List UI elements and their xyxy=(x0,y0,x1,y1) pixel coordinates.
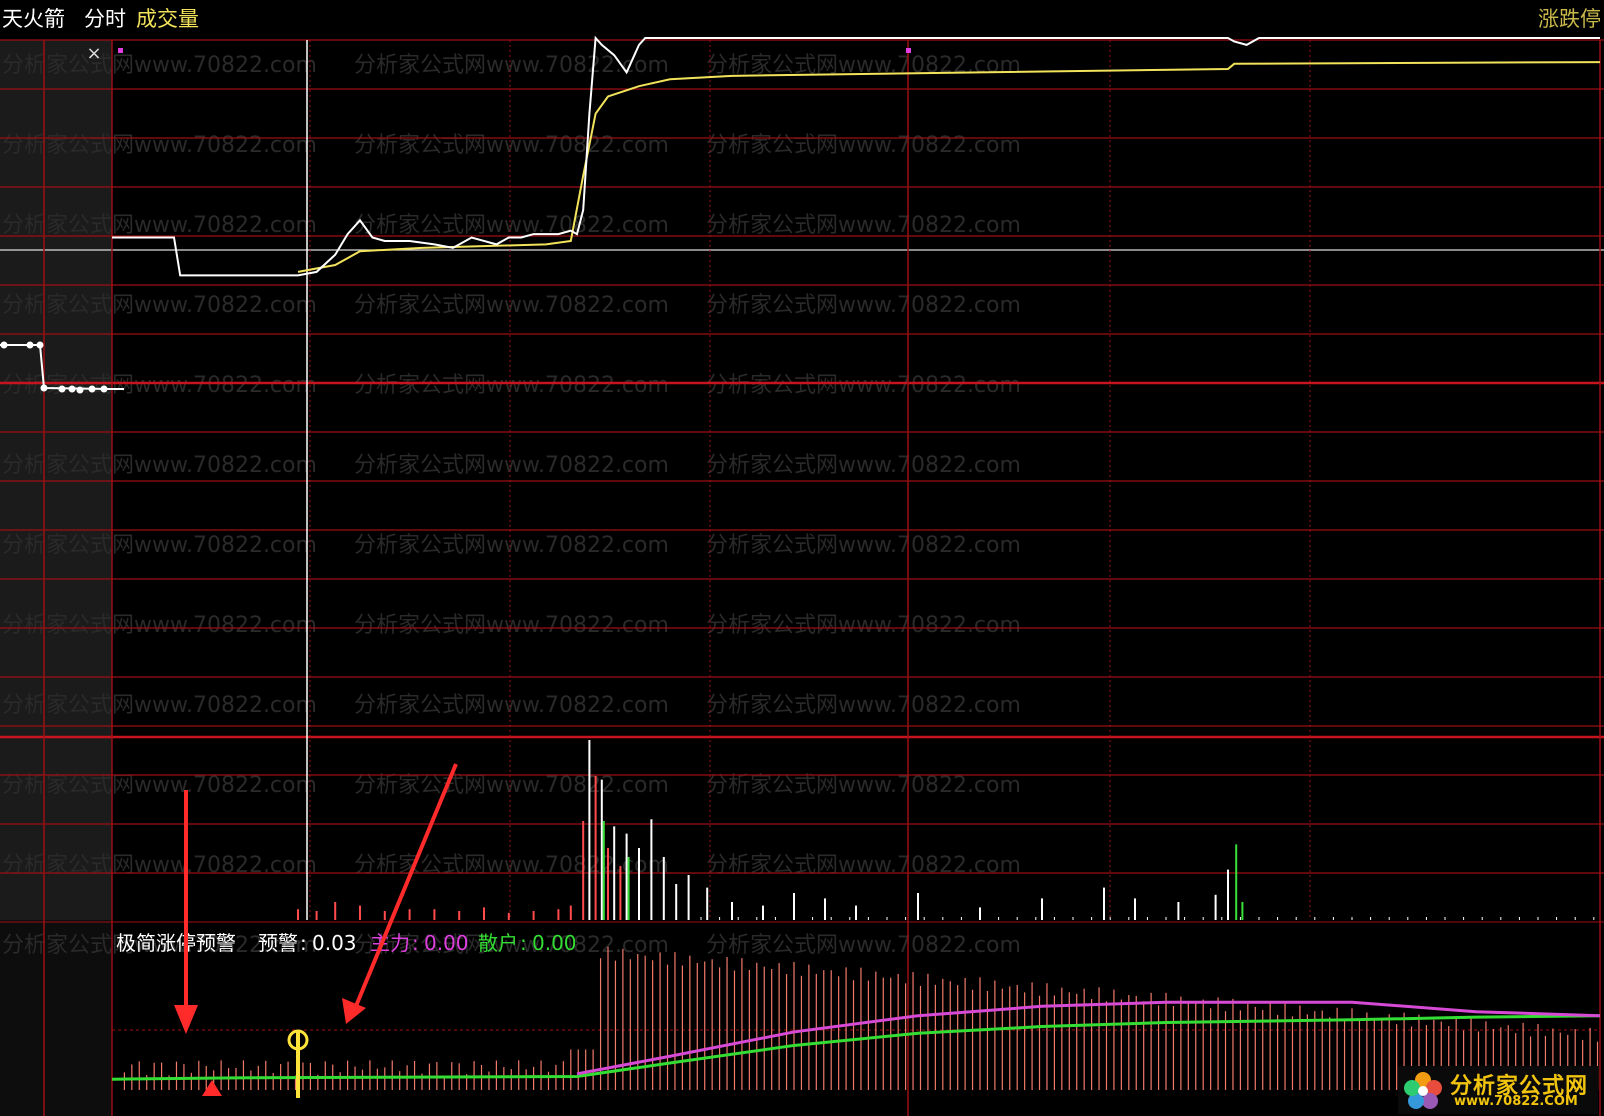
signal-triangle xyxy=(202,1080,222,1096)
watermark-text: 分析家公式网www.70822.com xyxy=(706,853,1021,878)
watermark-text: 分析家公式网www.70822.com xyxy=(354,613,669,638)
logo: 分析家公式网 www.70822.COM xyxy=(1398,1066,1598,1114)
chart-canvas[interactable]: 分析家公式网www.70822.com 分析家公式网www.70822.com 分析… xyxy=(0,0,1604,1116)
watermark-text: 分析家公式网www.70822.com xyxy=(354,853,669,878)
watermark-text: 分析家公式网www.70822.com xyxy=(2,773,317,798)
watermark-text: 分析家公式网www.70822.com xyxy=(2,453,317,478)
marker-dot-right xyxy=(906,48,911,53)
label-main: 天火箭 xyxy=(2,7,65,31)
marker-dot-left xyxy=(118,48,123,53)
avg-line xyxy=(297,61,1601,273)
main-label: 主力 xyxy=(370,931,410,955)
label-volume: 成交量 xyxy=(136,7,199,31)
intraday-chart-window: 分析家公式网www.70822.com 分析家公式网www.70822.com 分析… xyxy=(0,0,1604,1116)
watermark-text: 分析家公式网www.70822.com xyxy=(706,133,1021,158)
main-value: 0.00 xyxy=(424,931,469,955)
annotation-arrow-down xyxy=(174,790,198,1034)
watermark-text: 分析家公式网www.70822.com xyxy=(354,533,669,558)
watermark-text: 分析家公式网www.70822.com xyxy=(706,613,1021,638)
annotation-arrow-diagonal xyxy=(342,763,458,1024)
volume-layer xyxy=(297,740,1595,920)
watermark-text: 分析家公式网www.70822.com xyxy=(2,213,317,238)
indicator-layer xyxy=(111,946,1601,1098)
watermark-text: 分析家公式网www.70822.com xyxy=(354,293,669,318)
retail-value: 0.00 xyxy=(532,931,577,955)
watermark-text: 分析家公式网www.70822.com xyxy=(706,693,1021,718)
watermark-text: 分析家公式网www.70822.com xyxy=(2,533,317,558)
watermark-text: 分析家公式网www.70822.com xyxy=(706,933,1021,958)
watermark-text: 分析家公式网www.70822.com xyxy=(706,293,1021,318)
watermark-text: 分析家公式网www.70822.com xyxy=(706,213,1021,238)
watermark-text: 分析家公式网www.70822.com xyxy=(354,133,669,158)
watermark-text: 分析家公式网www.70822.com xyxy=(2,53,317,78)
watermark-text: 分析家公式网www.70822.com xyxy=(706,373,1021,398)
label-mode: 分时 xyxy=(84,7,126,31)
watermark-text: 分析家公式网www.70822.com xyxy=(354,373,669,398)
watermark-layer: 分析家公式网www.70822.com 分析家公式网www.70822.com 分析… xyxy=(2,53,1021,958)
main-line xyxy=(576,1000,1601,1076)
watermark-text: 分析家公式网www.70822.com xyxy=(706,453,1021,478)
retail-colon: : xyxy=(520,931,527,955)
watermark-text: 分析家公式网www.70822.com xyxy=(2,853,317,878)
main-colon: : xyxy=(412,931,419,955)
watermark-text: 分析家公式网www.70822.com xyxy=(354,213,669,238)
watermark-text: 分析家公式网www.70822.com xyxy=(706,773,1021,798)
flower-logo-icon xyxy=(1404,1072,1442,1109)
warn-colon: : xyxy=(300,931,307,955)
watermark-text: 分析家公式网www.70822.com xyxy=(354,453,669,478)
watermark-text: 分析家公式网www.70822.com xyxy=(2,133,317,158)
retail-label: 散户 xyxy=(478,931,518,955)
watermark-text: 分析家公式网www.70822.com xyxy=(354,773,669,798)
warn-label: 预警 xyxy=(258,931,298,955)
watermark-text: 分析家公式网www.70822.com xyxy=(2,293,317,318)
indicator-name: 极简涨停预警 xyxy=(116,931,236,955)
watermark-text: 分析家公式网www.70822.com xyxy=(354,693,669,718)
close-button[interactable]: × xyxy=(84,44,104,64)
warn-value: 0.03 xyxy=(312,931,357,955)
watermark-text: 分析家公式网www.70822.com xyxy=(2,373,317,398)
label-limit: 涨跌停 xyxy=(1538,7,1601,31)
watermark-text: 分析家公式网www.70822.com xyxy=(2,613,317,638)
watermark-text: 分析家公式网www.70822.com xyxy=(706,533,1021,558)
watermark-text: 分析家公式网www.70822.com xyxy=(2,693,317,718)
logo-url: www.70822.COM xyxy=(1454,1094,1578,1109)
